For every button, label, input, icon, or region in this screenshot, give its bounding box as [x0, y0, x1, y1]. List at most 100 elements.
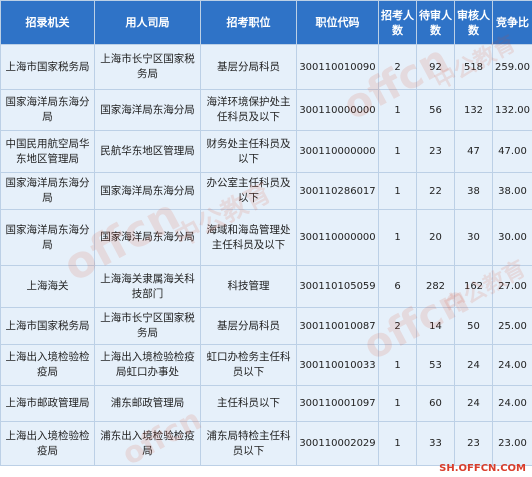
- header-pending: 待审人数: [416, 0, 455, 45]
- cell-recruit: 6: [378, 265, 417, 308]
- cell-pending: 92: [416, 44, 455, 90]
- table-row: 中国民用航空局华东地区管理局 民航华东地区管理局 财务处主任科员及以下 3001…: [0, 130, 532, 173]
- cell-position: 虹口办检务主任科员以下: [200, 344, 297, 386]
- cell-agency: 上海出入境检验检疫局: [0, 421, 95, 466]
- header-approved: 审核人数: [454, 0, 493, 45]
- cell-ratio: 259.00: [492, 44, 532, 90]
- cell-code: 300110010090: [296, 44, 379, 90]
- cell-code: 300110001097: [296, 385, 379, 422]
- cell-agency: 上海市国家税务局: [0, 307, 95, 345]
- cell-employer: 上海市长宁区国家税务局: [94, 44, 201, 90]
- table-row: 国家海洋局东海分局 国家海洋局东海分局 办公室主任科员及以下 300110286…: [0, 172, 532, 210]
- table-row: 上海海关 上海海关隶属海关科技部门 科技管理 300110105059 6 28…: [0, 265, 532, 308]
- footer-url: SH.OFFCN.COM: [439, 463, 526, 474]
- table-header-row: 招录机关 用人司局 招考职位 职位代码 招考人数 待审人数 审核人数 竞争比: [0, 0, 532, 45]
- cell-ratio: 24.00: [492, 385, 532, 422]
- header-ratio: 竞争比: [492, 0, 532, 45]
- cell-employer: 上海市长宁区国家税务局: [94, 307, 201, 345]
- cell-employer: 国家海洋局东海分局: [94, 172, 201, 210]
- table-row: 上海市国家税务局 上海市长宁区国家税务局 基层分局科员 300110010090…: [0, 44, 532, 90]
- header-employer: 用人司局: [94, 0, 201, 45]
- cell-agency: 国家海洋局东海分局: [0, 89, 95, 131]
- table-row: 上海出入境检验检疫局 上海出入境检验检疫局虹口办事处 虹口办检务主任科员以下 3…: [0, 344, 532, 386]
- cell-position: 办公室主任科员及以下: [200, 172, 297, 210]
- cell-agency: 上海出入境检验检疫局: [0, 344, 95, 386]
- cell-ratio: 38.00: [492, 172, 532, 210]
- cell-position: 主任科员以下: [200, 385, 297, 422]
- cell-recruit: 1: [378, 130, 417, 173]
- cell-ratio: 30.00: [492, 209, 532, 266]
- header-position: 招考职位: [200, 0, 297, 45]
- table-row: 上海出入境检验检疫局 浦东出入境检验检疫局 浦东局特检主任科员以下 300110…: [0, 421, 532, 466]
- cell-pending: 33: [416, 421, 455, 466]
- table-row: 上海市邮政管理局 浦东邮政管理局 主任科员以下 300110001097 1 6…: [0, 385, 532, 422]
- header-recruit: 招考人数: [378, 0, 417, 45]
- cell-code: 300110002029: [296, 421, 379, 466]
- cell-approved: 47: [454, 130, 493, 173]
- cell-code: 300110010087: [296, 307, 379, 345]
- cell-code: 300110000000: [296, 89, 379, 131]
- cell-pending: 282: [416, 265, 455, 308]
- cell-employer: 上海出入境检验检疫局虹口办事处: [94, 344, 201, 386]
- header-agency: 招录机关: [0, 0, 95, 45]
- cell-approved: 23: [454, 421, 493, 466]
- cell-employer: 浦东邮政管理局: [94, 385, 201, 422]
- cell-agency: 上海市国家税务局: [0, 44, 95, 90]
- cell-recruit: 1: [378, 385, 417, 422]
- cell-ratio: 23.00: [492, 421, 532, 466]
- cell-ratio: 47.00: [492, 130, 532, 173]
- cell-recruit: 2: [378, 307, 417, 345]
- cell-position: 浦东局特检主任科员以下: [200, 421, 297, 466]
- cell-approved: 162: [454, 265, 493, 308]
- cell-code: 300110000000: [296, 130, 379, 173]
- cell-ratio: 24.00: [492, 344, 532, 386]
- cell-code: 300110010033: [296, 344, 379, 386]
- table-row: 上海市国家税务局 上海市长宁区国家税务局 基层分局科员 300110010087…: [0, 307, 532, 345]
- cell-code: 300110286017: [296, 172, 379, 210]
- cell-agency: 中国民用航空局华东地区管理局: [0, 130, 95, 173]
- cell-agency: 国家海洋局东海分局: [0, 209, 95, 266]
- cell-code: 300110000000: [296, 209, 379, 266]
- cell-employer: 国家海洋局东海分局: [94, 209, 201, 266]
- cell-ratio: 132.00: [492, 89, 532, 131]
- cell-ratio: 25.00: [492, 307, 532, 345]
- cell-approved: 24: [454, 344, 493, 386]
- cell-recruit: 1: [378, 209, 417, 266]
- table-row: 国家海洋局东海分局 国家海洋局东海分局 海域和海岛管理处主任科员及以下 3001…: [0, 209, 532, 266]
- cell-position: 科技管理: [200, 265, 297, 308]
- cell-pending: 23: [416, 130, 455, 173]
- cell-approved: 518: [454, 44, 493, 90]
- cell-pending: 14: [416, 307, 455, 345]
- header-code: 职位代码: [296, 0, 379, 45]
- cell-recruit: 1: [378, 172, 417, 210]
- cell-pending: 20: [416, 209, 455, 266]
- cell-employer: 浦东出入境检验检疫局: [94, 421, 201, 466]
- cell-position: 财务处主任科员及以下: [200, 130, 297, 173]
- cell-recruit: 1: [378, 421, 417, 466]
- cell-position: 基层分局科员: [200, 44, 297, 90]
- cell-pending: 53: [416, 344, 455, 386]
- cell-recruit: 1: [378, 89, 417, 131]
- cell-pending: 22: [416, 172, 455, 210]
- cell-position: 海域和海岛管理处主任科员及以下: [200, 209, 297, 266]
- cell-agency: 上海海关: [0, 265, 95, 308]
- cell-recruit: 1: [378, 344, 417, 386]
- cell-approved: 24: [454, 385, 493, 422]
- cell-pending: 56: [416, 89, 455, 131]
- cell-approved: 50: [454, 307, 493, 345]
- cell-employer: 民航华东地区管理局: [94, 130, 201, 173]
- cell-recruit: 2: [378, 44, 417, 90]
- cell-position: 基层分局科员: [200, 307, 297, 345]
- cell-pending: 60: [416, 385, 455, 422]
- cell-ratio: 27.00: [492, 265, 532, 308]
- cell-approved: 30: [454, 209, 493, 266]
- cell-agency: 上海市邮政管理局: [0, 385, 95, 422]
- cell-approved: 38: [454, 172, 493, 210]
- table-row: 国家海洋局东海分局 国家海洋局东海分局 海洋环境保护处主任科员及以下 30011…: [0, 89, 532, 131]
- cell-position: 海洋环境保护处主任科员及以下: [200, 89, 297, 131]
- cell-code: 300110105059: [296, 265, 379, 308]
- recruitment-table: 招录机关 用人司局 招考职位 职位代码 招考人数 待审人数 审核人数 竞争比 上…: [0, 0, 532, 466]
- cell-employer: 上海海关隶属海关科技部门: [94, 265, 201, 308]
- cell-employer: 国家海洋局东海分局: [94, 89, 201, 131]
- cell-agency: 国家海洋局东海分局: [0, 172, 95, 210]
